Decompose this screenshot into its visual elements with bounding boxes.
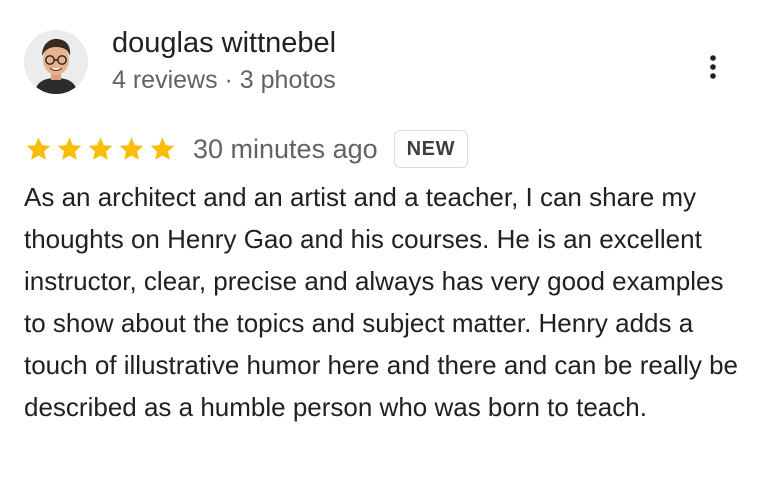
rating-row: 30 minutes ago NEW: [24, 127, 469, 171]
star-icon: [26, 137, 51, 160]
review-card: douglas wittnebel 4 reviews · 3 photos 3…: [0, 0, 758, 484]
star-icon: [57, 137, 82, 160]
star-rating: [24, 135, 177, 163]
avatar[interactable]: [24, 30, 88, 94]
star-icon: [119, 137, 144, 160]
more-vertical-icon: [710, 55, 716, 79]
reviewer-meta: 4 reviews · 3 photos: [112, 66, 336, 94]
star-icon: [88, 137, 113, 160]
more-options-button[interactable]: [698, 50, 728, 84]
reviewer-name[interactable]: douglas wittnebel: [112, 25, 336, 61]
new-badge: NEW: [393, 130, 469, 168]
cartoon-avatar-icon: [24, 30, 88, 94]
review-time: 30 minutes ago: [193, 133, 378, 164]
star-icon: [150, 137, 175, 160]
review-text: As an architect and an artist and a teac…: [24, 182, 738, 422]
